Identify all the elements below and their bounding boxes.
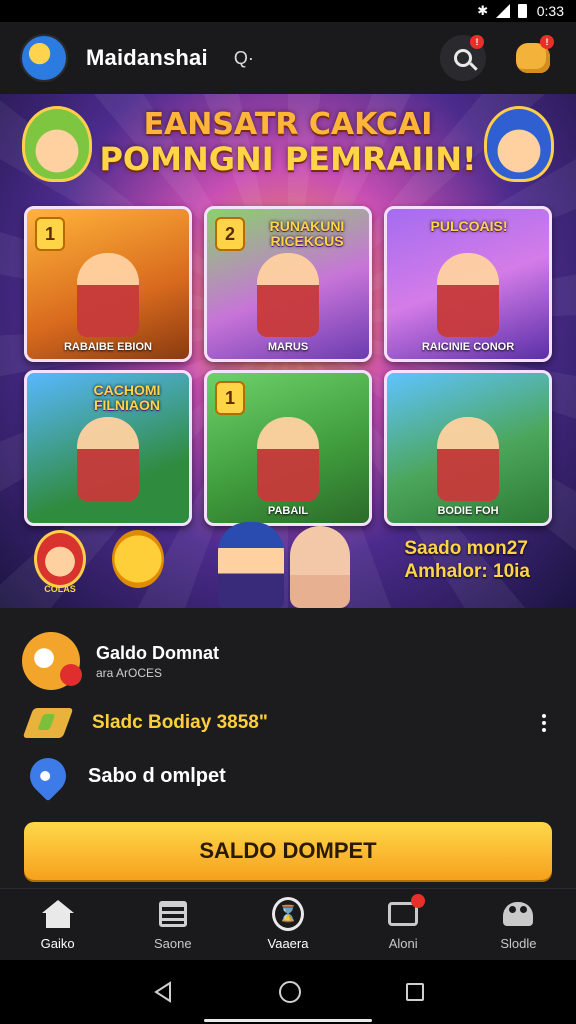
- character-icon: [77, 417, 139, 501]
- banner-info-line1: Saado mon27: [404, 537, 528, 559]
- app-title: Maidanshai: [86, 45, 208, 70]
- saldo-dompet-button[interactable]: SALDO DOMPET: [24, 822, 552, 880]
- tile-caption: RABAIBE EBION: [63, 341, 152, 353]
- nav-item-compass[interactable]: ⌛ Vaaera: [230, 889, 345, 960]
- wallet-item-subtitle: ara ArOCES: [96, 665, 163, 680]
- banner-title-line2: POMNGNI PEMRAIIN!: [99, 139, 477, 178]
- bluetooth-icon: ✱: [477, 3, 489, 18]
- promo-banner[interactable]: EANSATR CAKCAI POMNGNI PEMRAIIN! 1 RABAI…: [0, 94, 576, 608]
- home-system-icon[interactable]: [278, 981, 301, 1003]
- wallet-item[interactable]: Sabo d omlpet: [22, 750, 554, 802]
- tile-heading: CACHOMI FILNIAON: [93, 382, 161, 413]
- character-icon: [257, 417, 319, 501]
- search-button[interactable]: !: [440, 35, 486, 81]
- tile-badge: 1: [35, 217, 65, 251]
- character-badge-icon: [34, 530, 86, 588]
- banner-title-line1: EANSATR CAKCAI: [143, 107, 433, 142]
- mascot-right-icon: [484, 106, 554, 182]
- banner-title: EANSATR CAKCAI POMNGNI PEMRAIIN!: [96, 108, 480, 177]
- nav-item-camera[interactable]: Aloni: [346, 889, 461, 960]
- title-chevron-icon[interactable]: Q·: [234, 48, 254, 69]
- list-icon: [157, 898, 189, 930]
- nav-label: Slodle: [500, 936, 537, 951]
- tile-heading: PULCOAIS!: [430, 218, 508, 234]
- tile-badge: 2: [215, 217, 245, 251]
- character-icon: [257, 253, 319, 337]
- character-badge-label: COLAS: [44, 584, 76, 594]
- game-tile[interactable]: 1 RABAIBE EBION: [24, 206, 192, 362]
- status-bar: ✱ 0:33: [0, 0, 576, 22]
- camera-icon: [387, 894, 426, 930]
- location-pin-icon: [22, 750, 74, 802]
- tile-heading: RUNAKUNI RICEKCUS: [269, 218, 345, 249]
- game-tile[interactable]: 1 PABAIL: [204, 370, 372, 526]
- smile-icon: [112, 530, 164, 588]
- back-icon[interactable]: [152, 981, 174, 1003]
- character-icon: [437, 253, 499, 337]
- search-icon: [454, 49, 472, 67]
- game-tile[interactable]: BODIE FOH: [384, 370, 552, 526]
- character-icon: [290, 526, 350, 608]
- battery-icon: [517, 4, 529, 18]
- notification-badge: !: [470, 35, 484, 49]
- notification-badge: [411, 894, 426, 908]
- game-tile[interactable]: CACHOMI FILNIAON: [24, 370, 192, 526]
- wallet-item[interactable]: Sladc Bodiay 3858": [22, 708, 554, 738]
- app-logo-icon[interactable]: [20, 34, 68, 82]
- money-icon: [22, 708, 74, 738]
- app-header: Maidanshai Q· ! !: [0, 22, 576, 94]
- signal-icon: [495, 4, 510, 18]
- wallet-balance: Sladc Bodiay 3858": [92, 712, 268, 733]
- game-tile[interactable]: 2 RUNAKUNI RICEKCUS MARUS: [204, 206, 372, 362]
- recents-icon[interactable]: [405, 983, 424, 1001]
- tile-caption: MARUS: [267, 341, 309, 353]
- bottom-nav: Gaiko Saone ⌛ Vaaera Aloni Slodle: [0, 888, 576, 960]
- nav-label: Saone: [154, 936, 192, 951]
- character-icon: [218, 522, 284, 608]
- wallet-item-title: Galdo Domnat: [96, 642, 220, 663]
- gesture-bar: [204, 1019, 372, 1022]
- wallet-item-label: Sabo d omlpet: [88, 764, 226, 787]
- game-tile[interactable]: PULCOAIS! RAICINIE CONOR: [384, 206, 552, 362]
- nav-item-list[interactable]: Saone: [115, 889, 230, 960]
- nav-label: Gaiko: [40, 936, 75, 951]
- more-options-icon[interactable]: [534, 713, 554, 733]
- tile-caption: RAICINIE CONOR: [421, 341, 515, 353]
- wallet-panel: Galdo Domnat ara ArOCES Sladc Bodiay 385…: [0, 608, 576, 888]
- nav-item-home[interactable]: Gaiko: [0, 889, 115, 960]
- wallet-item[interactable]: Galdo Domnat ara ArOCES: [22, 632, 554, 690]
- nav-label: Vaaera: [267, 936, 309, 951]
- character-icon: [437, 417, 499, 501]
- compass-icon: ⌛: [272, 897, 304, 931]
- notification-badge: !: [540, 35, 554, 49]
- puzzle-button[interactable]: !: [510, 35, 556, 81]
- banner-info: Saado mon27 Amhalor: 10ia: [404, 537, 530, 585]
- home-icon: [41, 898, 74, 930]
- banner-info-line2: Amhalor: 10ia: [404, 561, 530, 583]
- mascot-left-icon: [22, 106, 92, 182]
- tile-badge: 1: [215, 381, 245, 415]
- people-icon: [502, 898, 534, 930]
- system-nav: [0, 960, 576, 1024]
- nav-item-people[interactable]: Slodle: [461, 889, 576, 960]
- nav-label: Aloni: [388, 936, 418, 951]
- character-icon: [77, 253, 139, 337]
- coin-icon: [22, 632, 82, 690]
- status-time: 0:33: [536, 3, 564, 19]
